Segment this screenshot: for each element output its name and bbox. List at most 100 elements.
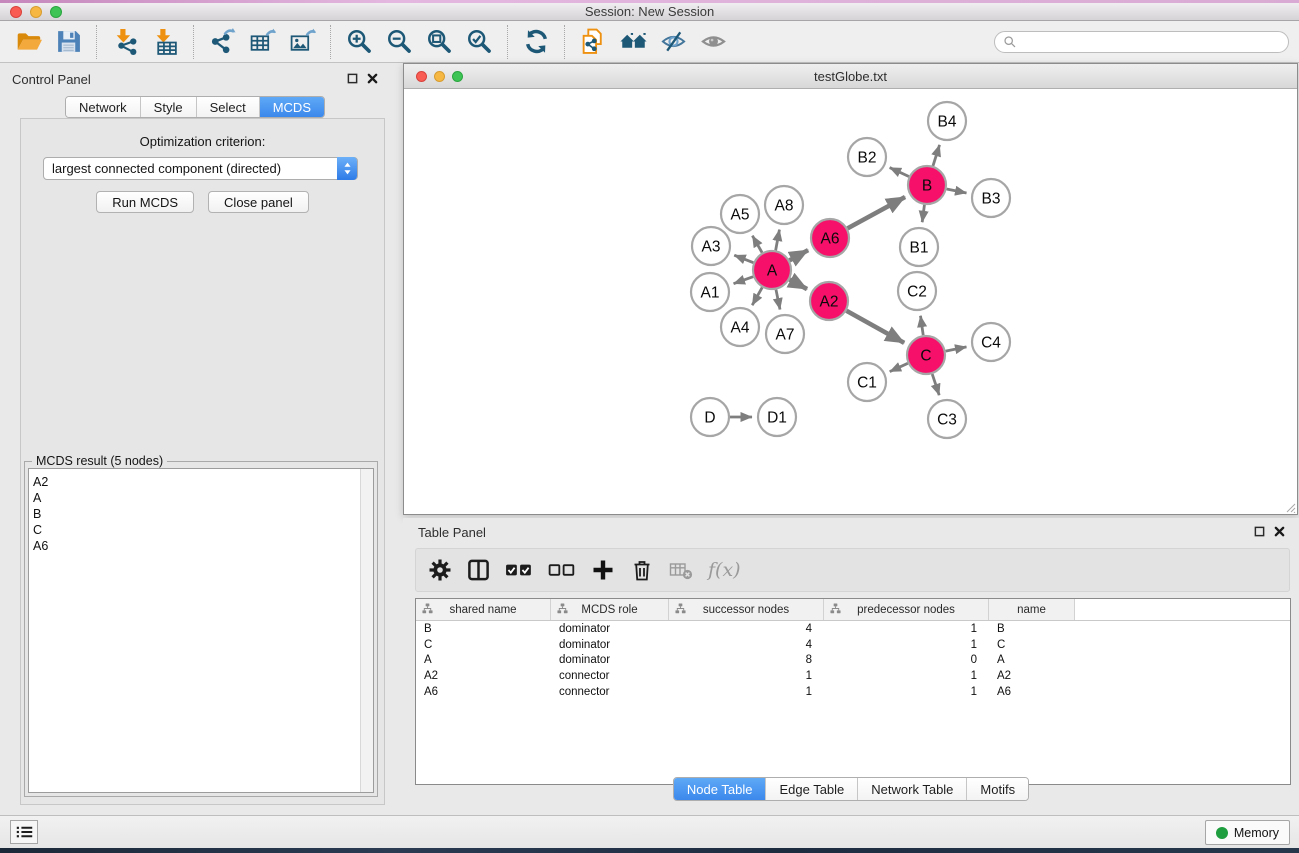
- hide-graphics-details-icon[interactable]: [657, 26, 689, 58]
- zoom-fit-icon[interactable]: [423, 26, 455, 58]
- table-cell[interactable]: 0: [824, 654, 989, 666]
- column-visibility-icon[interactable]: [467, 555, 490, 585]
- table-cell[interactable]: 1: [669, 686, 824, 698]
- tab-select[interactable]: Select: [196, 97, 259, 117]
- table-row[interactable]: Bdominator41B: [416, 621, 1290, 637]
- memory-button[interactable]: Memory: [1205, 820, 1290, 845]
- result-list-item[interactable]: B: [29, 506, 373, 522]
- graph-node-B3[interactable]: B3: [972, 179, 1010, 217]
- select-all-icon[interactable]: [505, 555, 533, 585]
- graph-node-B[interactable]: B: [908, 166, 946, 204]
- float-panel-icon[interactable]: [347, 73, 358, 84]
- graph-edge-A-A7[interactable]: [776, 290, 780, 310]
- graph-node-B1[interactable]: B1: [900, 228, 938, 266]
- column-header-shared-name[interactable]: shared name: [416, 599, 551, 620]
- export-network-icon[interactable]: [206, 26, 238, 58]
- table-cell[interactable]: 1: [824, 686, 989, 698]
- export-table-icon[interactable]: [246, 26, 278, 58]
- table-cell[interactable]: 8: [669, 654, 824, 666]
- zoom-out-icon[interactable]: [383, 26, 415, 58]
- tab-network-table[interactable]: Network Table: [857, 778, 966, 800]
- graph-node-A5[interactable]: A5: [721, 195, 759, 233]
- table-cell[interactable]: A6: [989, 686, 1075, 698]
- graph-node-A2[interactable]: A2: [810, 282, 848, 320]
- column-header-predecessor-nodes[interactable]: predecessor nodes: [824, 599, 989, 620]
- graph-edge-A-A4[interactable]: [752, 287, 762, 305]
- table-cell[interactable]: 1: [824, 670, 989, 682]
- graph-node-A6[interactable]: A6: [811, 219, 849, 257]
- graph-node-A1[interactable]: A1: [691, 273, 729, 311]
- table-cell[interactable]: dominator: [551, 654, 669, 666]
- table-cell[interactable]: dominator: [551, 623, 669, 635]
- close-panel-button[interactable]: Close panel: [208, 191, 309, 213]
- graph-edge-A-A2[interactable]: [790, 280, 807, 290]
- graph-node-A8[interactable]: A8: [765, 186, 803, 224]
- graph-edge-A-A8[interactable]: [776, 230, 780, 251]
- criterion-select[interactable]: largest connected component (directed): [43, 157, 358, 180]
- refresh-view-icon[interactable]: [520, 26, 552, 58]
- tab-edge-table[interactable]: Edge Table: [765, 778, 857, 800]
- graph-node-D1[interactable]: D1: [758, 398, 796, 436]
- open-file-icon[interactable]: [12, 26, 44, 58]
- table-cell[interactable]: dominator: [551, 639, 669, 651]
- graph-edge-A2-C[interactable]: [846, 311, 904, 343]
- import-table-icon[interactable]: [149, 26, 181, 58]
- graph-edge-A6-B[interactable]: [848, 197, 906, 228]
- graph-node-A3[interactable]: A3: [692, 227, 730, 265]
- table-row[interactable]: Adominator80A: [416, 653, 1290, 669]
- graph-edge-A-A3[interactable]: [734, 255, 753, 263]
- tab-style[interactable]: Style: [140, 97, 196, 117]
- table-cell[interactable]: connector: [551, 686, 669, 698]
- graph-node-C2[interactable]: C2: [898, 272, 936, 310]
- table-row[interactable]: Cdominator41C: [416, 637, 1290, 653]
- result-list-item[interactable]: A: [29, 490, 373, 506]
- table-cell[interactable]: 4: [669, 639, 824, 651]
- mcds-result-list[interactable]: A2ABCA6: [28, 468, 374, 793]
- search-input[interactable]: [1017, 35, 1288, 49]
- table-cell[interactable]: C: [989, 639, 1075, 651]
- tab-mcds[interactable]: MCDS: [259, 97, 324, 117]
- tab-motifs[interactable]: Motifs: [966, 778, 1028, 800]
- close-table-panel-icon[interactable]: [1274, 526, 1285, 537]
- result-list-item[interactable]: A2: [29, 474, 373, 490]
- graph-edge-A-A1[interactable]: [734, 277, 754, 284]
- save-session-icon[interactable]: [52, 26, 84, 58]
- table-cell[interactable]: B: [989, 623, 1075, 635]
- graph-node-D[interactable]: D: [691, 398, 729, 436]
- graph-edge-B-B3[interactable]: [947, 189, 967, 193]
- column-header-successor-nodes[interactable]: successor nodes: [669, 599, 824, 620]
- table-cell[interactable]: A6: [416, 686, 551, 698]
- table-cell[interactable]: B: [416, 623, 551, 635]
- column-header-mcds-role[interactable]: MCDS role: [551, 599, 669, 620]
- table-cell[interactable]: 1: [824, 623, 989, 635]
- task-history-button[interactable]: [10, 820, 38, 844]
- table-cell[interactable]: A2: [416, 670, 551, 682]
- add-column-icon[interactable]: [591, 555, 615, 585]
- table-cell[interactable]: connector: [551, 670, 669, 682]
- deselect-all-icon[interactable]: [548, 555, 576, 585]
- tab-network[interactable]: Network: [66, 97, 140, 117]
- graph-node-C3[interactable]: C3: [928, 400, 966, 438]
- graph-edge-C-C1[interactable]: [890, 363, 908, 371]
- graph-edge-C-C4[interactable]: [946, 347, 967, 351]
- graph-edge-B-B2[interactable]: [890, 168, 909, 177]
- result-scrollbar[interactable]: [360, 469, 373, 792]
- export-image-icon[interactable]: [286, 26, 318, 58]
- search-box[interactable]: [994, 31, 1289, 53]
- result-list-item[interactable]: C: [29, 522, 373, 538]
- close-panel-icon[interactable]: [367, 73, 378, 84]
- table-row[interactable]: A2connector11A2: [416, 668, 1290, 684]
- graph-edge-C-C3[interactable]: [932, 374, 939, 395]
- result-list-item[interactable]: A6: [29, 538, 373, 554]
- graph-edge-A-A6[interactable]: [790, 250, 809, 260]
- float-table-panel-icon[interactable]: [1254, 526, 1265, 537]
- table-cell[interactable]: 1: [824, 639, 989, 651]
- graph-edge-B-B4[interactable]: [933, 145, 940, 166]
- table-cell[interactable]: 4: [669, 623, 824, 635]
- graph-node-B2[interactable]: B2: [848, 138, 886, 176]
- graph-edge-C-C2[interactable]: [920, 316, 923, 335]
- show-graphics-details-icon[interactable]: [697, 26, 729, 58]
- graph-node-A4[interactable]: A4: [721, 308, 759, 346]
- graph-node-A7[interactable]: A7: [766, 315, 804, 353]
- zoom-in-icon[interactable]: [343, 26, 375, 58]
